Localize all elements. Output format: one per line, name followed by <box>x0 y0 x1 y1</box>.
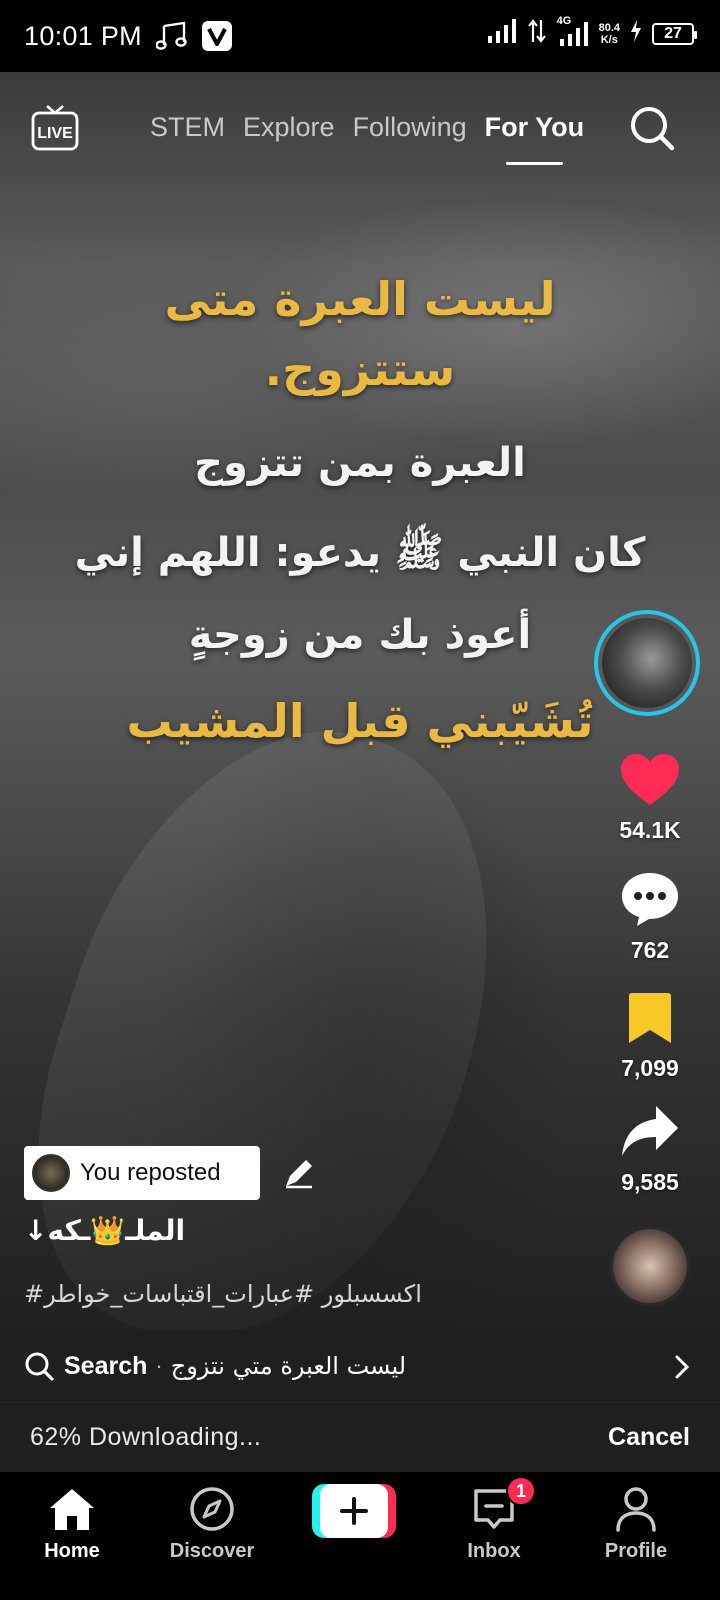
create-button-face <box>320 1484 388 1538</box>
share-button[interactable]: 9,585 <box>596 1104 704 1196</box>
tab-for-you[interactable]: For You <box>485 112 584 165</box>
live-button[interactable]: LIVE <box>30 104 80 152</box>
inbox-badge: 1 <box>506 1476 536 1506</box>
nav-home[interactable]: Home <box>12 1484 132 1563</box>
nav-discover-label: Discover <box>169 1540 255 1562</box>
net-speed: 80.4 K/s <box>599 22 620 46</box>
top-tabs: STEM Explore Following For You <box>150 112 584 165</box>
search-suggestion-separator: · <box>155 1353 163 1378</box>
overlay-line-2: ستتزوج. <box>264 342 456 396</box>
create-button[interactable] <box>312 1484 396 1538</box>
comment-button[interactable]: 762 <box>596 870 704 964</box>
save-count: 7,099 <box>621 1055 679 1081</box>
nav-inbox[interactable]: 1 Inbox <box>434 1476 554 1563</box>
cancel-download-button[interactable]: Cancel <box>608 1423 690 1452</box>
music-disc[interactable] <box>610 1226 690 1306</box>
nav-profile-label: Profile <box>604 1540 668 1562</box>
music-note-icon <box>155 21 188 51</box>
compass-icon <box>190 1487 234 1531</box>
charging-icon <box>630 20 642 47</box>
tab-following[interactable]: Following <box>353 112 467 143</box>
plus-icon <box>340 1497 368 1525</box>
status-bar: 10:01 PM 4G 80.4 K/s 27 <box>0 0 720 72</box>
like-count: 54.1K <box>619 817 681 843</box>
live-label: LIVE <box>37 125 73 142</box>
comment-count: 762 <box>630 937 670 963</box>
chevron-right-icon <box>675 1355 690 1379</box>
status-time: 10:01 PM <box>24 20 142 51</box>
overlay-line-3: العبرة بمن تتزوج <box>194 440 526 486</box>
nav-home-label: Home <box>44 1540 100 1562</box>
search-suggestion-label: Search <box>64 1351 148 1380</box>
profile-icon <box>616 1487 656 1532</box>
signal-icon <box>487 18 517 49</box>
tab-explore[interactable]: Explore <box>243 112 335 143</box>
overlay-line-1: ليست العبرة متى <box>164 272 556 326</box>
repost-label: You reposted <box>80 1159 221 1186</box>
save-button[interactable]: 7,099 <box>596 990 704 1082</box>
net-speed-value: 80.4 <box>598 21 620 34</box>
home-icon <box>50 1489 94 1530</box>
creator-avatar[interactable] <box>594 610 700 716</box>
signal-4g-icon: 4G <box>557 15 589 47</box>
search-button[interactable] <box>628 104 676 152</box>
download-status: 62% Downloading... <box>30 1423 262 1451</box>
creator-username[interactable]: ↓الملـ👑ـكه <box>24 1214 185 1247</box>
overlay-line-4: كان النبي ﷺ يدعو: اللهم إني <box>74 530 646 576</box>
repost-avatar <box>32 1154 70 1192</box>
repost-badge[interactable]: You reposted <box>24 1146 260 1200</box>
bookmark-icon <box>629 993 671 1043</box>
app-v-icon <box>201 21 232 51</box>
search-icon <box>631 107 675 151</box>
net-speed-unit: K/s <box>600 33 618 46</box>
battery-indicator: 27 <box>652 22 697 45</box>
battery-level: 27 <box>664 24 682 42</box>
like-button[interactable]: 54.1K <box>596 752 704 844</box>
edit-pencil-icon[interactable] <box>282 1156 316 1190</box>
search-small-icon <box>25 1352 54 1381</box>
post-hashtags[interactable]: #اكسسبلور #عبارات_اقتباسات_خواطر <box>24 1280 422 1308</box>
tab-stem[interactable]: STEM <box>150 112 225 143</box>
bottom-navigation: Home Discover 1 Inbox Profile <box>0 1472 720 1600</box>
download-progress-bar: 62% Downloading... Cancel <box>0 1402 720 1472</box>
search-suggestion-bar[interactable]: Search · ليست العبرة متي نتزوج <box>0 1330 720 1402</box>
share-count: 9,585 <box>621 1169 679 1195</box>
heart-icon <box>621 754 679 805</box>
comment-icon <box>622 873 678 926</box>
creator-avatar-image <box>602 618 692 708</box>
search-suggestion-query: ليست العبرة متي نتزوج <box>170 1352 407 1380</box>
nav-inbox-label: Inbox <box>467 1540 521 1562</box>
nav-discover[interactable]: Discover <box>152 1484 272 1563</box>
live-tv-icon: LIVE <box>31 105 79 151</box>
data-arrows-icon <box>527 18 547 49</box>
share-arrow-icon <box>622 1106 678 1156</box>
nav-profile[interactable]: Profile <box>576 1484 696 1563</box>
